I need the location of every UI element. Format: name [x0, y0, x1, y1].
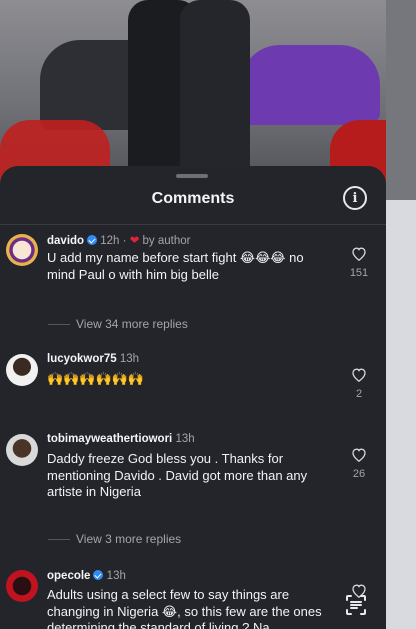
comment-time: 13h	[119, 353, 140, 365]
comment-meta: opecole 13h	[47, 570, 126, 582]
comment-text: 🙌🙌🙌🙌🙌🙌	[47, 371, 145, 386]
comment-text: U add my name before start fight 😂😂😂 no …	[47, 250, 304, 282]
like-button[interactable]: 26	[346, 447, 372, 480]
heart-outline-icon	[352, 247, 366, 261]
text-scan-button[interactable]	[340, 589, 372, 621]
username[interactable]: tobimayweathertiowori	[47, 433, 172, 445]
username[interactable]: lucyokwor75	[47, 353, 117, 365]
like-count: 2	[355, 388, 363, 400]
comment-text: Adults using a select few to say things …	[47, 587, 322, 629]
username[interactable]: opecole	[47, 570, 90, 582]
sheet-title: Comments	[151, 190, 235, 207]
avatar[interactable]	[6, 354, 38, 386]
like-button[interactable]: 2	[346, 367, 372, 400]
text-scan-icon	[346, 595, 366, 615]
comment-meta: tobimayweathertiowori 13h	[47, 433, 195, 445]
view-replies-button[interactable]: View 34 more replies	[48, 317, 188, 331]
verified-badge-icon	[87, 235, 98, 245]
like-count: 26	[352, 468, 366, 480]
heart-outline-icon	[352, 368, 366, 382]
comments-sheet: Comments i davido 12h · ❤ by author U ad…	[0, 166, 386, 629]
avatar[interactable]	[6, 234, 38, 266]
view-replies-button[interactable]: View 3 more replies	[48, 532, 181, 546]
heart-outline-icon	[352, 448, 366, 462]
info-icon[interactable]: i	[343, 186, 367, 210]
divider	[0, 224, 386, 225]
avatar[interactable]	[6, 434, 38, 466]
avatar[interactable]	[6, 570, 38, 602]
verified-badge-icon	[93, 570, 104, 580]
screen-edge	[386, 0, 416, 629]
by-author-label: by author	[142, 235, 191, 247]
view-replies-label: View 3 more replies	[76, 532, 182, 546]
comment-text: Daddy freeze God bless you . Thanks for …	[47, 451, 308, 499]
like-button[interactable]: 151	[346, 246, 372, 279]
like-count: 151	[349, 267, 369, 279]
username[interactable]: davido	[47, 235, 84, 247]
sheet-grabber[interactable]	[176, 174, 208, 178]
comment-meta: davido 12h · ❤ by author	[47, 235, 191, 247]
comment-meta: lucyokwor75 13h	[47, 353, 139, 365]
comment-time: 13h	[106, 570, 126, 582]
author-heart-icon: ❤	[129, 235, 140, 247]
view-replies-label: View 34 more replies	[76, 317, 188, 331]
comment-time: 12h	[100, 235, 120, 247]
comment-time: 13h	[175, 433, 195, 445]
